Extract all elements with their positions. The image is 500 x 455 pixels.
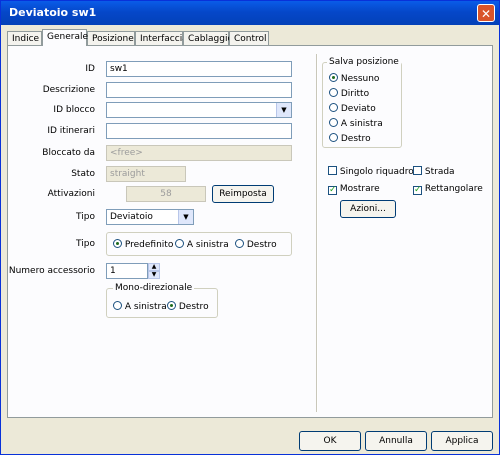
checkbox-icon bbox=[413, 166, 422, 175]
attivazioni-field: 58 bbox=[126, 186, 206, 202]
window-title: Deviatoio sw1 bbox=[9, 6, 97, 19]
id-blocco-select[interactable]: ▼ bbox=[106, 102, 292, 118]
radio-icon bbox=[167, 301, 176, 310]
radio-label: Diritto bbox=[340, 89, 370, 99]
tipo-value: Deviatoio bbox=[110, 212, 153, 222]
radio-mono-sinistra[interactable]: A sinistra bbox=[113, 301, 167, 312]
stato-label: Stato bbox=[71, 169, 95, 179]
radio-a-sinistra[interactable]: A sinistra bbox=[175, 239, 229, 250]
checkbox-strada[interactable]: Strada bbox=[413, 166, 455, 177]
radio-label: A sinistra bbox=[124, 302, 167, 312]
dialog-window: Deviatoio sw1 ✕ Indice Generale Posizion… bbox=[0, 0, 500, 455]
radio-label: Nessuno bbox=[340, 74, 380, 84]
tipo-select[interactable]: Deviatoio ▼ bbox=[106, 209, 194, 225]
ok-button[interactable]: OK bbox=[299, 431, 361, 451]
radio-destro[interactable]: Destro bbox=[235, 239, 277, 250]
radio-predefinito[interactable]: Predefinito bbox=[113, 239, 173, 250]
radio-salva-destro[interactable]: Destro bbox=[329, 133, 371, 144]
numero-accessorio-field[interactable]: 1 bbox=[106, 263, 148, 279]
radio-icon bbox=[329, 73, 338, 82]
tab-interfaccia[interactable]: Interfaccia bbox=[135, 31, 188, 45]
radio-label: Destro bbox=[178, 302, 209, 312]
radio-label: Destro bbox=[340, 134, 371, 144]
radio-mono-destro[interactable]: Destro bbox=[167, 301, 209, 312]
radio-diritto[interactable]: Diritto bbox=[329, 88, 369, 99]
descrizione-label: Descrizione bbox=[42, 85, 95, 95]
bloccato-field: <free> bbox=[106, 145, 292, 161]
radio-label: Destro bbox=[246, 240, 277, 250]
checkbox-label: Strada bbox=[424, 167, 455, 177]
radio-icon bbox=[329, 118, 338, 127]
radio-label: Predefinito bbox=[124, 240, 174, 250]
annulla-button[interactable]: Annulla bbox=[365, 431, 427, 451]
tipo2-radio-group: Predefinito A sinistra Destro bbox=[106, 232, 292, 256]
check-mark-icon: ✓ bbox=[413, 185, 422, 195]
mono-direzionale-group: Mono-direzionale A sinistra Destro bbox=[106, 283, 218, 318]
chevron-down-icon[interactable]: ▼ bbox=[276, 103, 291, 117]
spin-up-icon[interactable]: ▲ bbox=[148, 263, 160, 271]
chevron-down-icon[interactable]: ▼ bbox=[178, 210, 193, 224]
radio-icon bbox=[235, 239, 244, 248]
azioni-button[interactable]: Azioni... bbox=[340, 200, 396, 218]
checkbox-label: Singolo riquadro bbox=[339, 167, 414, 177]
checkbox-label: Mostrare bbox=[339, 184, 380, 194]
attivazioni-label: Attivazioni bbox=[47, 189, 95, 199]
radio-label: Deviato bbox=[340, 104, 376, 114]
radio-icon bbox=[329, 133, 338, 142]
tab-cablaggio[interactable]: Cablaggio bbox=[183, 31, 233, 45]
tipo-label: Tipo bbox=[76, 212, 95, 222]
radio-icon bbox=[113, 239, 122, 248]
id-label: ID bbox=[85, 64, 95, 74]
reimposta-button[interactable]: Reimposta bbox=[212, 185, 274, 203]
radio-label: A sinistra bbox=[340, 119, 383, 129]
close-button[interactable]: ✕ bbox=[477, 4, 495, 22]
checkbox-label: Rettangolare bbox=[424, 184, 483, 194]
tipo2-label: Tipo bbox=[76, 239, 95, 249]
radio-icon bbox=[175, 239, 184, 248]
radio-nessuno[interactable]: Nessuno bbox=[329, 73, 379, 84]
salva-posizione-group: Salva posizione Nessuno Diritto Deviato … bbox=[322, 57, 402, 148]
applica-button[interactable]: Applica bbox=[431, 431, 493, 451]
radio-deviato[interactable]: Deviato bbox=[329, 103, 376, 114]
tab-posizione[interactable]: Posizione bbox=[87, 31, 135, 45]
tab-panel-generale: ID sw1 Descrizione ID blocco ▼ ID itiner… bbox=[7, 45, 493, 418]
radio-label: A sinistra bbox=[186, 240, 229, 250]
checkbox-icon bbox=[328, 166, 337, 175]
radio-icon bbox=[329, 103, 338, 112]
title-bar: Deviatoio sw1 ✕ bbox=[1, 1, 499, 25]
stato-field: straight bbox=[106, 166, 186, 182]
id-itinerari-label: ID itinerari bbox=[47, 126, 95, 136]
radio-salva-sinistra[interactable]: A sinistra bbox=[329, 118, 383, 129]
checkbox-mostrare[interactable]: ✓ Mostrare bbox=[328, 184, 380, 195]
radio-icon bbox=[329, 88, 338, 97]
tab-generale[interactable]: Generale bbox=[42, 29, 88, 46]
spin-down-icon[interactable]: ▼ bbox=[148, 271, 160, 279]
mono-direzionale-title: Mono-direzionale bbox=[113, 283, 195, 293]
radio-icon bbox=[113, 301, 122, 310]
bloccato-label: Bloccato da bbox=[42, 148, 95, 158]
tab-indice[interactable]: Indice bbox=[7, 31, 42, 45]
id-itinerari-field[interactable] bbox=[106, 123, 292, 139]
tab-control[interactable]: Control bbox=[229, 31, 269, 45]
checkbox-singolo-riquadro[interactable]: Singolo riquadro bbox=[328, 166, 414, 177]
check-mark-icon: ✓ bbox=[328, 185, 337, 195]
id-field[interactable]: sw1 bbox=[106, 61, 292, 77]
numero-accessorio-label: Numero accessorio bbox=[8, 266, 95, 276]
salva-posizione-title: Salva posizione bbox=[327, 57, 401, 67]
checkbox-rettangolare[interactable]: ✓ Rettangolare bbox=[413, 184, 483, 195]
descrizione-field[interactable] bbox=[106, 82, 292, 98]
id-blocco-label: ID blocco bbox=[53, 105, 95, 115]
vertical-divider bbox=[316, 54, 318, 412]
